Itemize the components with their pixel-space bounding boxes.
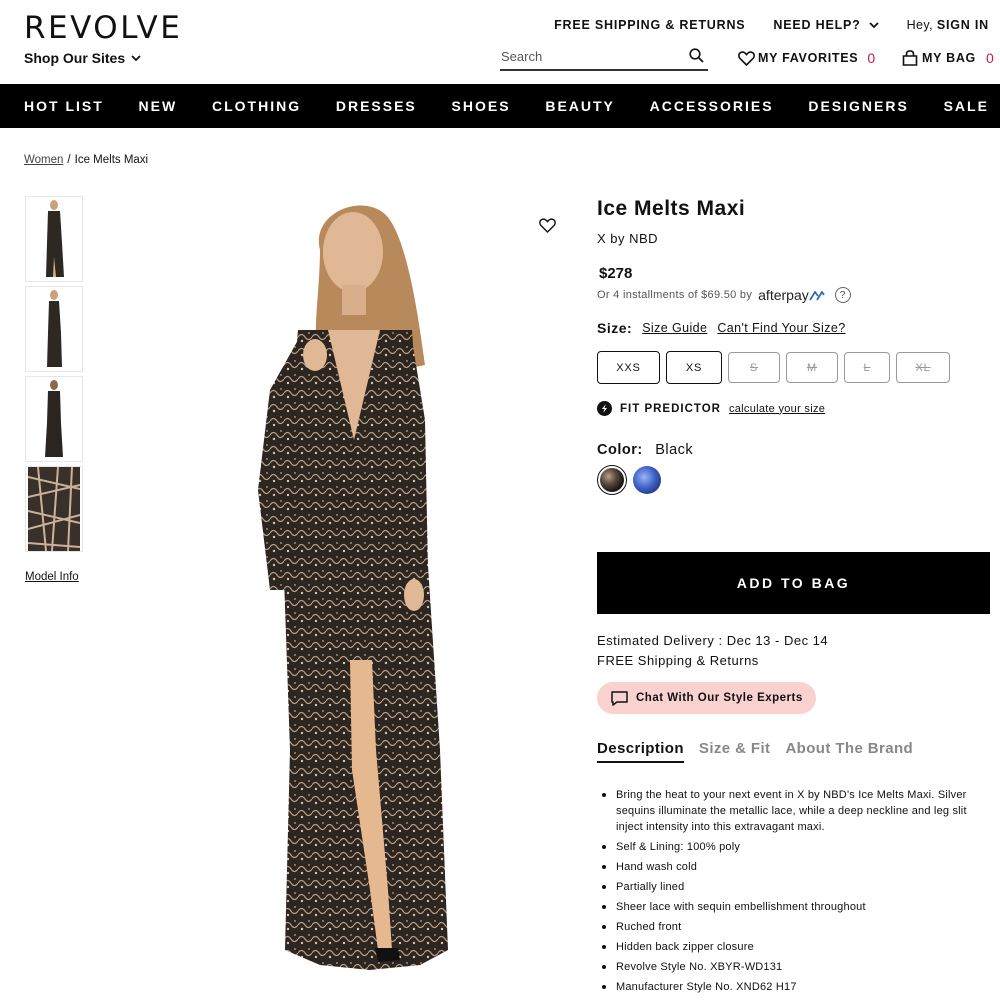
estimated-delivery: Estimated Delivery : Dec 13 - Dec 14: [597, 633, 829, 648]
afterpay-info: Or 4 installments of $69.50 by afterpay …: [597, 287, 851, 303]
description-item: Hidden back zipper closure: [602, 939, 991, 955]
shop-our-sites-dropdown[interactable]: Shop Our Sites: [24, 50, 141, 66]
nav-item-hot-list[interactable]: HOT LIST: [24, 98, 104, 114]
size-label: Size:: [597, 320, 633, 336]
cant-find-size-link[interactable]: Can't Find Your Size?: [717, 321, 845, 335]
revolve-logo[interactable]: REVOLVE: [24, 10, 182, 46]
greeting: Hey, SIGN IN: [906, 18, 989, 32]
description-item: Bring the heat to your next event in X b…: [602, 787, 991, 835]
tab-description[interactable]: Description: [597, 740, 684, 763]
thumbnail-side[interactable]: [25, 286, 83, 372]
nav-item-shoes[interactable]: SHOES: [452, 98, 511, 114]
thumbnail-detail[interactable]: [25, 466, 83, 552]
shopping-bag-icon: [902, 50, 918, 66]
description-item: Self & Lining: 100% poly: [602, 839, 991, 855]
search-bar: [500, 45, 708, 71]
delivery-info: Estimated Delivery : Dec 13 - Dec 14 FRE…: [597, 631, 828, 671]
favorites-count: 0: [867, 50, 876, 66]
chevron-down-icon: [868, 21, 879, 28]
my-bag-link[interactable]: MY BAG 0: [902, 50, 994, 66]
size-option-xxs[interactable]: XXS: [597, 351, 660, 384]
thumbnail-list: [25, 196, 85, 556]
nav-item-new[interactable]: NEW: [139, 98, 178, 114]
chevron-down-icon: [131, 54, 141, 61]
size-guide-link[interactable]: Size Guide: [642, 321, 707, 335]
description-item: Revolve Style No. XBYR-WD131: [602, 959, 991, 975]
nav-item-accessories[interactable]: ACCESSORIES: [650, 98, 774, 114]
nav-item-dresses[interactable]: DRESSES: [336, 98, 417, 114]
search-icon[interactable]: [689, 48, 704, 63]
top-utility-links: FREE SHIPPING & RETURNS NEED HELP? Hey, …: [554, 18, 989, 32]
size-option-xl-unavailable[interactable]: XL: [896, 352, 950, 383]
product-price: $278: [599, 265, 633, 282]
size-option-l-unavailable[interactable]: L: [844, 352, 890, 383]
breadcrumb-women-link[interactable]: Women: [24, 154, 63, 166]
color-swatch-black[interactable]: [597, 465, 627, 495]
calculate-size-link[interactable]: calculate your size: [729, 403, 825, 415]
nav-item-sale[interactable]: SALE: [944, 98, 989, 114]
size-option-m-unavailable[interactable]: M: [786, 352, 838, 383]
description-item: Partially lined: [602, 879, 991, 895]
my-favorites-link[interactable]: MY FAVORITES 0: [738, 50, 876, 66]
fit-predictor-icon: [597, 401, 612, 416]
fit-predictor-label: FIT PREDICTOR: [620, 402, 721, 415]
color-label: Color:: [597, 442, 643, 458]
nav-item-beauty[interactable]: BEAUTY: [545, 98, 615, 114]
product-brand-link[interactable]: X by NBD: [597, 231, 658, 246]
chat-style-experts-button[interactable]: Chat With Our Style Experts: [597, 682, 816, 714]
search-input[interactable]: [500, 45, 670, 67]
free-shipping-link[interactable]: FREE SHIPPING & RETURNS: [554, 18, 745, 32]
size-option-s-unavailable[interactable]: S: [728, 352, 780, 383]
fit-predictor: FIT PREDICTOR calculate your size: [597, 401, 825, 416]
bag-label: MY BAG: [922, 51, 976, 65]
thumbnail-back[interactable]: [25, 376, 83, 462]
afterpay-logo: afterpay: [758, 287, 825, 303]
breadcrumb-separator: /: [67, 154, 71, 166]
bag-count: 0: [985, 50, 995, 66]
color-row: Color: Black: [597, 442, 693, 458]
tab-size-fit[interactable]: Size & Fit: [699, 740, 771, 763]
color-swatches: [597, 465, 661, 495]
free-shipping-note: FREE Shipping & Returns: [597, 653, 759, 668]
sign-in-link[interactable]: SIGN IN: [937, 18, 989, 32]
description-item: Hand wash cold: [602, 859, 991, 875]
chat-label: Chat With Our Style Experts: [636, 692, 803, 704]
main-navigation: HOT LIST NEW CLOTHING DRESSES SHOES BEAU…: [0, 84, 1000, 128]
model-info-link[interactable]: Model Info: [25, 571, 79, 583]
color-swatch-blue[interactable]: [633, 466, 661, 494]
nav-item-clothing[interactable]: CLOTHING: [212, 98, 301, 114]
afterpay-arrows-icon: [808, 290, 825, 301]
shop-sites-label: Shop Our Sites: [24, 50, 126, 66]
afterpay-help-icon[interactable]: ?: [834, 287, 851, 303]
description-item: Sheer lace with sequin embellishment thr…: [602, 899, 991, 915]
breadcrumb: Women / Ice Melts Maxi: [24, 154, 148, 166]
thumbnail-front[interactable]: [25, 196, 83, 282]
need-help-dropdown[interactable]: NEED HELP?: [773, 18, 879, 32]
add-to-bag-button[interactable]: ADD TO BAG: [597, 552, 990, 614]
heart-icon: [738, 50, 755, 66]
description-item: Manufacturer Style No. XND62 H17: [602, 979, 991, 995]
product-main-image[interactable]: [200, 190, 540, 990]
description-item: Ruched front: [602, 919, 991, 935]
favorites-label: MY FAVORITES: [758, 51, 859, 65]
tab-about-brand[interactable]: About The Brand: [785, 740, 913, 763]
color-value: Black: [655, 442, 694, 458]
description-list: Bring the heat to your next event in X b…: [602, 787, 991, 999]
size-option-xs[interactable]: XS: [666, 351, 722, 384]
size-row: Size: Size Guide Can't Find Your Size?: [597, 320, 846, 336]
breadcrumb-current: Ice Melts Maxi: [74, 154, 149, 166]
installments-text: Or 4 installments of $69.50 by: [597, 289, 753, 301]
size-options: XXS XS S M L XL: [597, 351, 950, 384]
product-title: Ice Melts Maxi: [597, 197, 746, 220]
product-tabs: Description Size & Fit About The Brand: [597, 740, 913, 763]
add-to-favorites-heart-icon[interactable]: [539, 218, 556, 233]
chat-bubble-icon: [611, 690, 628, 706]
nav-item-designers[interactable]: DESIGNERS: [808, 98, 908, 114]
need-help-label: NEED HELP?: [773, 18, 861, 32]
